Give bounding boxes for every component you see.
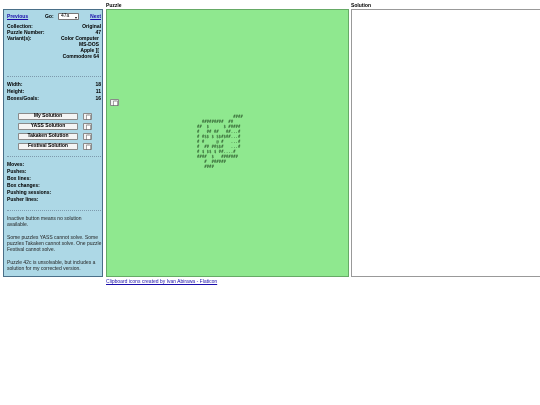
puzzle-select[interactable]: 47a ▾ <box>58 13 79 20</box>
clipboard-icon <box>86 114 91 120</box>
takaken-solution-button[interactable]: Takaken Solution <box>18 133 78 140</box>
puzzle-select-value: 47a <box>61 13 70 19</box>
divider <box>7 210 101 211</box>
box-changes-label: Box changes: <box>7 183 40 189</box>
clipboard-icon <box>113 100 118 106</box>
festival-solution-button[interactable]: Festival Solution <box>18 143 78 150</box>
boxes-goals-label: Boxes/Goals: <box>7 96 39 102</box>
icon-credit-link[interactable]: Clipboard icons created by Ivan Abirawa … <box>106 279 217 285</box>
box-lines-label: Box lines: <box>7 176 31 182</box>
clipboard-icon <box>86 144 91 150</box>
width-row: Width: 18 <box>7 82 101 88</box>
note-solvers: Some puzzles YASS cannot solve. Some puz… <box>7 235 102 253</box>
sidebar: Previous Go: 47a ▾ Next Collection: Orig… <box>3 9 103 277</box>
pusher-lines-label: Pusher lines: <box>7 197 39 203</box>
copy-puzzle-button[interactable] <box>110 99 119 106</box>
my-solution-button[interactable]: My Solution <box>18 113 78 120</box>
divider <box>7 76 101 77</box>
solution-panel <box>351 9 540 277</box>
copy-my-solution-button[interactable] <box>83 113 92 120</box>
divider <box>7 156 101 157</box>
copy-festival-solution-button[interactable] <box>83 143 92 150</box>
moves-label: Moves: <box>7 162 25 168</box>
yass-solution-button[interactable]: YASS Solution <box>18 123 78 130</box>
copy-takaken-solution-button[interactable] <box>83 133 92 140</box>
variants-list: Color Computer MS-DOS Apple ][ Commodore… <box>39 36 99 60</box>
boxes-goals-row: Boxes/Goals: 16 <box>7 96 101 102</box>
next-link[interactable]: Next <box>90 14 101 20</box>
width-label: Width: <box>7 82 23 88</box>
puzzle-panel: #### ######### ## ## $ $ ##### # ## ## #… <box>106 9 349 277</box>
puzzle-map: #### ######### ## ## $ $ ##### # ## ## #… <box>197 114 243 169</box>
pushing-sessions-label: Pushing sessions: <box>7 190 52 196</box>
note-inactive: Inactive button means no solution availa… <box>7 216 82 228</box>
height-value: 11 <box>95 89 101 95</box>
puzzle-navigation: Previous Go: 47a ▾ Next <box>7 13 101 22</box>
chevron-down-icon: ▾ <box>74 15 77 20</box>
pushes-label: Pushes: <box>7 169 27 175</box>
previous-link[interactable]: Previous <box>7 14 28 20</box>
boxes-goals-value: 16 <box>95 96 101 102</box>
variant-item: Commodore 64 <box>62 54 99 60</box>
clipboard-icon <box>86 134 91 140</box>
go-label: Go: <box>45 14 54 20</box>
height-label: Height: <box>7 89 25 95</box>
width-value: 18 <box>95 82 101 88</box>
variants-label: Variant(s): <box>7 36 32 42</box>
clipboard-icon <box>86 124 91 130</box>
note-42c: Puzzle 42c is unsolvable, but includes a… <box>7 260 96 272</box>
height-row: Height: 11 <box>7 89 101 95</box>
copy-yass-solution-button[interactable] <box>83 123 92 130</box>
